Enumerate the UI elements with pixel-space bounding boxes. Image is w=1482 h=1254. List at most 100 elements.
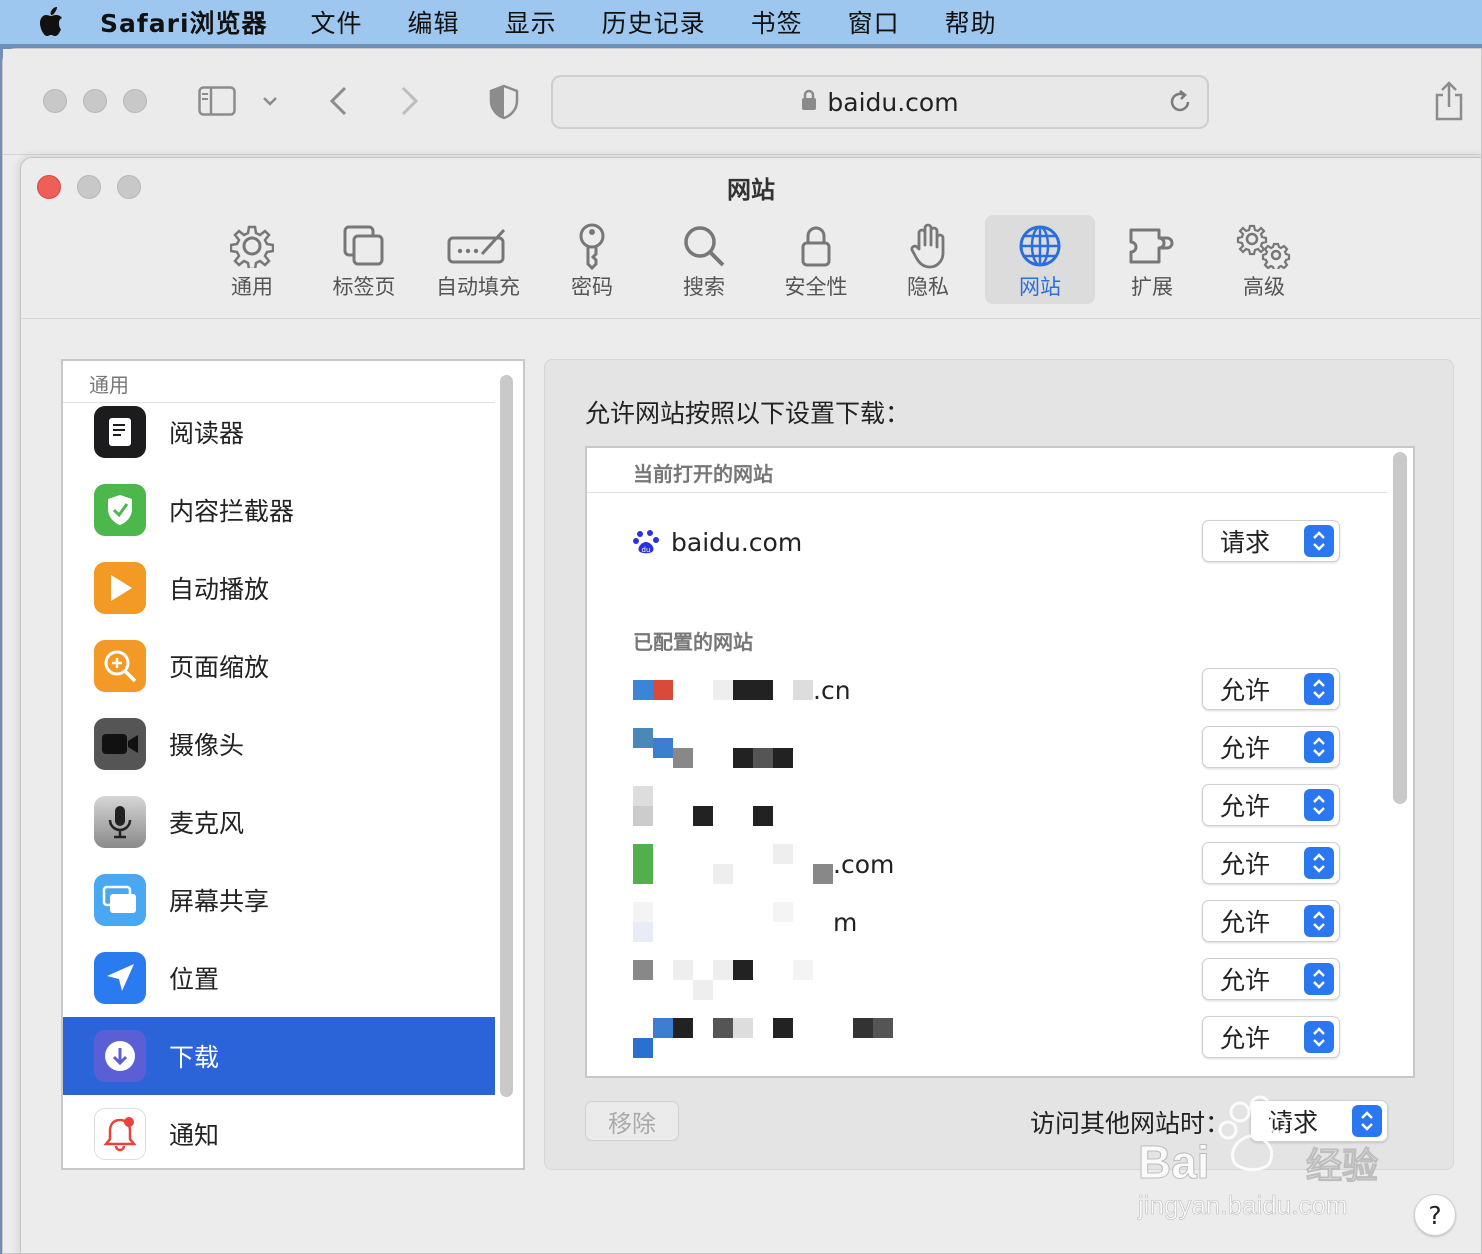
table-row[interactable]: .cn 允许 xyxy=(587,666,1387,714)
up-down-arrows-icon xyxy=(1304,1021,1334,1053)
site-setting-popup[interactable]: 请求 xyxy=(1202,520,1340,562)
sidebar-item-downloads[interactable]: 下载 xyxy=(63,1017,495,1095)
sidebar-item-label: 内容拦截器 xyxy=(169,497,295,526)
help-button[interactable]: ? xyxy=(1414,1194,1456,1236)
forward-icon[interactable] xyxy=(397,83,423,119)
sidebar-item-location[interactable]: 位置 xyxy=(63,939,495,1017)
menu-file[interactable]: 文件 xyxy=(311,4,363,40)
sidebar-item-reader[interactable]: 阅读器 xyxy=(63,393,495,471)
tab-privacy[interactable]: 隐私 xyxy=(873,215,983,304)
pixelated-domain xyxy=(633,960,833,1000)
pixelated-domain xyxy=(633,844,833,884)
pixelated-domain xyxy=(633,728,833,768)
site-domain: baidu.com xyxy=(671,527,803,557)
site-setting-popup[interactable]: 允许 xyxy=(1202,1016,1340,1058)
screen-share-icon xyxy=(94,874,146,926)
table-row[interactable]: 允许 xyxy=(587,782,1387,830)
site-name: .cn xyxy=(633,666,851,714)
menu-bar: Safari浏览器 文件 编辑 显示 历史记录 书签 窗口 帮助 xyxy=(0,0,1482,44)
site-setting-popup[interactable]: 允许 xyxy=(1202,900,1340,942)
tab-websites[interactable]: 网站 xyxy=(985,215,1095,304)
menu-help[interactable]: 帮助 xyxy=(945,4,997,40)
pixelated-domain xyxy=(633,786,833,826)
address-bar[interactable]: baidu.com xyxy=(551,75,1209,129)
sidebar-item-content-blockers[interactable]: 内容拦截器 xyxy=(63,471,495,549)
site-setting-popup[interactable]: 允许 xyxy=(1202,842,1340,884)
pixelated-domain xyxy=(633,902,833,942)
tab-label: 隐私 xyxy=(907,275,949,299)
url-text: baidu.com xyxy=(827,87,959,117)
menu-view[interactable]: 显示 xyxy=(505,4,557,40)
location-icon xyxy=(94,952,146,1004)
table-row[interactable]: .com 允许 xyxy=(587,840,1387,888)
menu-edit[interactable]: 编辑 xyxy=(408,4,460,40)
sidebar-item-camera[interactable]: 摄像头 xyxy=(63,705,495,783)
tab-search[interactable]: 搜索 xyxy=(649,215,759,304)
tab-passwords[interactable]: 密码 xyxy=(537,215,647,304)
sidebar-item-page-zoom[interactable]: 页面缩放 xyxy=(63,627,495,705)
reload-icon[interactable] xyxy=(1167,89,1193,119)
zoom-window-button[interactable] xyxy=(123,89,147,113)
popup-value: 允许 xyxy=(1220,1024,1271,1053)
sidebar-list[interactable]: 通用 阅读器 内容拦截器 自动播放 页面缩放 摄像头 麦克风 屏幕共享 位置 下… xyxy=(61,359,525,1170)
apple-logo-icon[interactable] xyxy=(0,0,100,44)
window-title: 网站 xyxy=(727,176,775,204)
table-row[interactable]: 允许 xyxy=(587,956,1387,1004)
menu-history[interactable]: 历史记录 xyxy=(602,4,706,40)
privacy-shield-icon[interactable] xyxy=(487,83,521,121)
table-row[interactable]: du baidu.com 请求 xyxy=(587,518,1387,566)
up-down-arrows-icon xyxy=(1304,731,1334,763)
gear-icon xyxy=(230,221,274,271)
menu-app-name[interactable]: Safari浏览器 xyxy=(100,4,268,40)
site-name xyxy=(633,1014,903,1062)
table-scrollbar[interactable] xyxy=(1393,452,1407,804)
tab-tabs[interactable]: 标签页 xyxy=(309,215,419,304)
popup-value: 允许 xyxy=(1220,850,1271,879)
menu-window[interactable]: 窗口 xyxy=(848,4,900,40)
tab-extensions[interactable]: 扩展 xyxy=(1097,215,1207,304)
tab-label: 扩展 xyxy=(1131,275,1173,299)
sidebar-item-microphone[interactable]: 麦克风 xyxy=(63,783,495,861)
up-down-arrows-icon xyxy=(1304,525,1334,557)
panel-title: 允许网站按照以下设置下载： xyxy=(585,399,911,428)
bell-icon xyxy=(94,1108,146,1160)
minimize-window-button[interactable] xyxy=(83,89,107,113)
sidebar-item-autoplay[interactable]: 自动播放 xyxy=(63,549,495,627)
remove-button[interactable]: 移除 xyxy=(585,1101,679,1141)
current-sites-header: 当前打开的网站 xyxy=(633,462,773,486)
lock-icon xyxy=(801,221,831,271)
table-row[interactable]: 允许 xyxy=(587,1014,1387,1062)
back-icon[interactable] xyxy=(325,83,351,119)
sidebar-item-label: 麦克风 xyxy=(169,809,245,838)
site-name: du baidu.com xyxy=(633,518,802,566)
table-row[interactable]: 允许 xyxy=(587,724,1387,772)
preferences-toolbar: 网站 通用 标签页 自动填充 密码 搜索 安全性 隐私 网站 扩展 高级 xyxy=(21,158,1481,319)
site-setting-popup[interactable]: 允许 xyxy=(1202,726,1340,768)
configured-sites-header: 已配置的网站 xyxy=(633,630,753,654)
site-setting-popup[interactable]: 允许 xyxy=(1202,668,1340,710)
site-setting-popup[interactable]: 允许 xyxy=(1202,958,1340,1000)
sidebar-item-notifications[interactable]: 通知 xyxy=(63,1095,495,1168)
table-row[interactable]: m 允许 xyxy=(587,898,1387,946)
up-down-arrows-icon xyxy=(1304,905,1334,937)
tabs-icon xyxy=(342,221,386,271)
sidebar-item-screen-sharing[interactable]: 屏幕共享 xyxy=(63,861,495,939)
tab-label: 高级 xyxy=(1243,275,1285,299)
sidebar-toggle-icon[interactable] xyxy=(197,85,237,117)
tab-label: 通用 xyxy=(231,275,273,299)
close-window-button[interactable] xyxy=(43,89,67,113)
download-icon xyxy=(94,1030,146,1082)
menu-bookmarks[interactable]: 书签 xyxy=(751,4,803,40)
share-icon[interactable] xyxy=(1431,79,1467,123)
tab-autofill[interactable]: 自动填充 xyxy=(423,215,533,304)
tab-general[interactable]: 通用 xyxy=(197,215,307,304)
tab-security[interactable]: 安全性 xyxy=(761,215,871,304)
site-setting-popup[interactable]: 允许 xyxy=(1202,784,1340,826)
sidebar-scrollbar[interactable] xyxy=(500,375,513,1097)
sidebar-item-label: 自动播放 xyxy=(169,575,270,604)
tab-advanced[interactable]: 高级 xyxy=(1209,215,1319,304)
sidebar-item-label: 屏幕共享 xyxy=(169,887,270,916)
globe-icon xyxy=(1018,221,1062,271)
websites-table[interactable]: 当前打开的网站 du baidu.com 请求 已配置的网站 .cn 允许 允许… xyxy=(585,446,1415,1078)
chevron-down-icon[interactable] xyxy=(259,89,281,113)
